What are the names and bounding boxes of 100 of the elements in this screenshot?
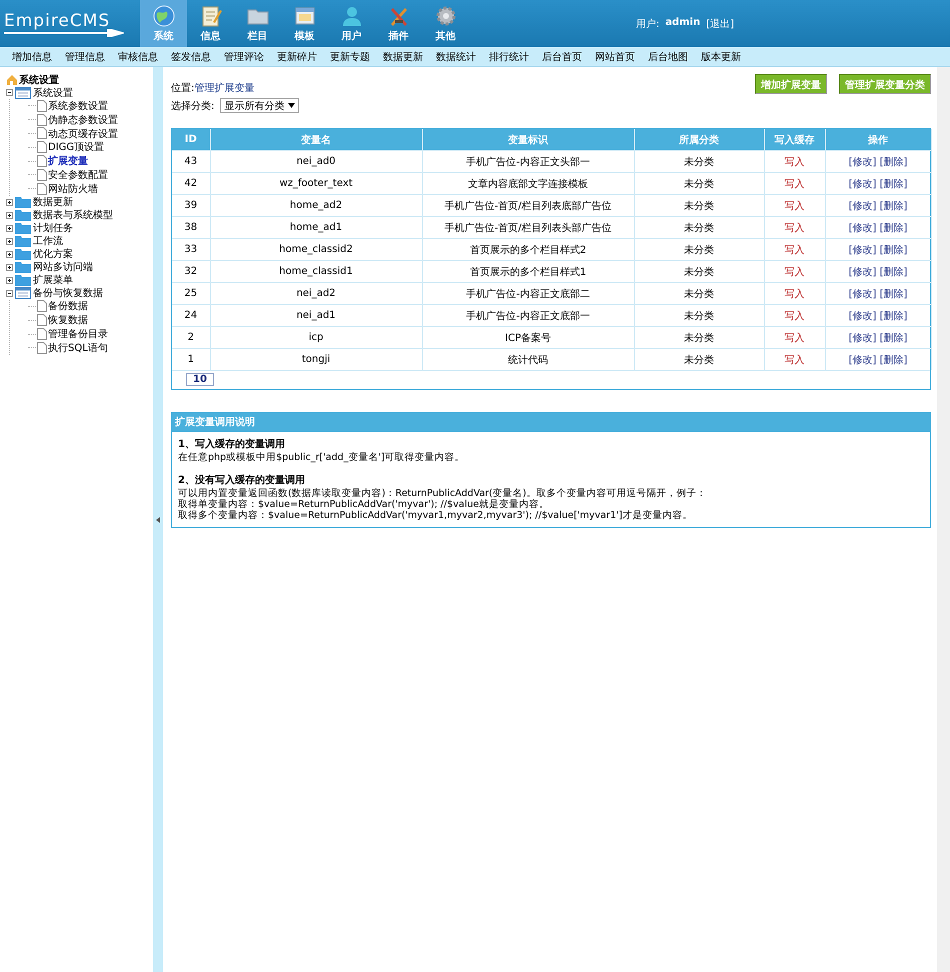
expander-icon[interactable]	[6, 264, 13, 271]
edit-link[interactable]: [修改]	[848, 354, 876, 366]
nav-tab[interactable]: 信息	[187, 0, 234, 47]
delete-link[interactable]: [删除]	[880, 244, 908, 256]
tree-item[interactable]: 数据表与系统模型	[33, 208, 113, 222]
tree-item[interactable]: 数据更新	[33, 195, 73, 210]
page-icon	[37, 114, 47, 126]
tree-item[interactable]: 优化方案	[33, 247, 73, 262]
tree-item[interactable]: 系统设置	[33, 86, 73, 100]
edit-link[interactable]: [修改]	[848, 222, 876, 234]
edit-link[interactable]: [修改]	[848, 266, 876, 278]
delete-link[interactable]: [删除]	[880, 200, 908, 212]
table-cell: 未分类	[634, 238, 764, 260]
expander-icon[interactable]	[6, 290, 13, 297]
submenu-link[interactable]: 更新专题	[330, 50, 370, 64]
delete-link[interactable]: [删除]	[880, 332, 908, 344]
submenu-link[interactable]: 审核信息	[118, 50, 158, 64]
table-cell: 33	[172, 238, 210, 260]
column-header: 操作	[825, 129, 931, 150]
table-cell: 32	[172, 260, 210, 282]
write-cache-link[interactable]: 写入	[784, 266, 804, 278]
edit-link[interactable]: [修改]	[848, 178, 876, 190]
tree-item[interactable]: 管理备份目录	[48, 327, 108, 342]
tree-item[interactable]: 工作流	[33, 234, 63, 248]
expander-icon[interactable]	[6, 198, 13, 206]
tree-item[interactable]: 网站多访问端	[33, 260, 93, 274]
edit-link[interactable]: [修改]	[848, 156, 876, 168]
tree-item[interactable]: 伪静态参数设置	[48, 112, 118, 127]
tree-item[interactable]: 安全参数配置	[48, 168, 108, 182]
write-cache-link[interactable]: 写入	[784, 244, 804, 256]
submenu-link[interactable]: 后台地图	[648, 50, 688, 64]
tree-item[interactable]: 备份与恢复数据	[33, 286, 103, 300]
expander-icon[interactable]	[6, 238, 13, 245]
scrollbar[interactable]	[937, 67, 950, 972]
submenu-link[interactable]: 签发信息	[171, 50, 211, 64]
nav-tab[interactable]: 模板	[281, 0, 328, 47]
nav-tab[interactable]: 用户	[328, 0, 375, 47]
help-text: 在任意php或模板中用$public_r['add_变量名']可取得变量内容。	[178, 452, 466, 463]
tree-item[interactable]: 备份数据	[48, 299, 88, 314]
submenu-link[interactable]: 版本更新	[701, 50, 741, 64]
logout-link[interactable]: [退出]	[706, 16, 734, 30]
write-cache-link[interactable]: 写入	[784, 178, 804, 190]
tree-item[interactable]: 扩展变量	[48, 154, 88, 168]
submenu-link[interactable]: 排行统计	[489, 50, 529, 64]
page-icon	[37, 100, 47, 112]
delete-link[interactable]: [删除]	[880, 288, 908, 300]
table-cell: 25	[172, 282, 210, 304]
write-cache-link[interactable]: 写入	[784, 156, 804, 168]
write-cache-link[interactable]: 写入	[784, 332, 804, 344]
submenu-link[interactable]: 更新碎片	[277, 50, 317, 64]
category-select[interactable]: 显示所有分类	[220, 98, 300, 113]
edit-link[interactable]: [修改]	[848, 288, 876, 300]
nav-tab[interactable]: 其他	[422, 0, 469, 47]
expander-icon[interactable]	[6, 250, 13, 258]
page-button[interactable]: 10	[186, 373, 214, 386]
dropdown-arrow-icon	[288, 103, 296, 108]
tree-item[interactable]: 系统参数设置	[48, 98, 108, 113]
edit-link[interactable]: [修改]	[848, 310, 876, 322]
breadcrumb-link[interactable]: 管理扩展变量	[194, 83, 254, 94]
expander-icon[interactable]	[6, 276, 13, 284]
settings-icon	[434, 4, 458, 28]
edit-link[interactable]: [修改]	[848, 244, 876, 256]
edit-link[interactable]: [修改]	[848, 332, 876, 344]
expander-icon[interactable]	[6, 224, 13, 232]
delete-link[interactable]: [删除]	[880, 266, 908, 278]
submenu-link[interactable]: 管理信息	[65, 50, 105, 64]
collapse-arrow-icon[interactable]	[156, 517, 160, 523]
submenu-link[interactable]: 数据统计	[436, 50, 476, 64]
nav-tab[interactable]: 插件	[375, 0, 422, 47]
tree-item[interactable]: 执行SQL语句	[48, 340, 108, 355]
submenu-link[interactable]: 数据更新	[383, 50, 423, 64]
breadcrumb-label: 位置:	[171, 83, 194, 94]
delete-link[interactable]: [删除]	[880, 354, 908, 366]
delete-link[interactable]: [删除]	[880, 222, 908, 234]
submenu-link[interactable]: 增加信息	[12, 50, 52, 64]
write-cache-link[interactable]: 写入	[784, 288, 804, 300]
submenu-link[interactable]: 管理评论	[224, 50, 264, 64]
table-cell: home_classid2	[210, 238, 422, 260]
table-cell: nei_ad1	[210, 304, 422, 326]
edit-link[interactable]: [修改]	[848, 200, 876, 212]
tree-item[interactable]: 网站防火墙	[48, 182, 98, 196]
tree-item[interactable]: 计划任务	[33, 221, 73, 236]
delete-link[interactable]: [删除]	[880, 310, 908, 322]
delete-link[interactable]: [删除]	[880, 178, 908, 190]
expander-icon[interactable]	[6, 89, 13, 96]
table-cell: wz_footer_text	[210, 172, 422, 194]
nav-tab[interactable]: 栏目	[234, 0, 281, 47]
write-cache-link[interactable]: 写入	[784, 222, 804, 234]
tree-item[interactable]: 扩展菜单	[33, 273, 73, 288]
write-cache-link[interactable]: 写入	[784, 310, 804, 322]
expander-icon[interactable]	[6, 212, 13, 219]
table-cell: 首页展示的多个栏目样式1	[422, 260, 634, 282]
write-cache-link[interactable]: 写入	[784, 354, 804, 366]
tree-item[interactable]: 恢复数据	[48, 313, 88, 328]
tree-item[interactable]: DIGG顶设置	[48, 140, 104, 154]
delete-link[interactable]: [删除]	[880, 156, 908, 168]
submenu-link[interactable]: 网站首页	[595, 50, 635, 64]
write-cache-link[interactable]: 写入	[784, 200, 804, 212]
tree-item[interactable]: 动态页缓存设置	[48, 126, 118, 140]
submenu-link[interactable]: 后台首页	[542, 50, 582, 64]
